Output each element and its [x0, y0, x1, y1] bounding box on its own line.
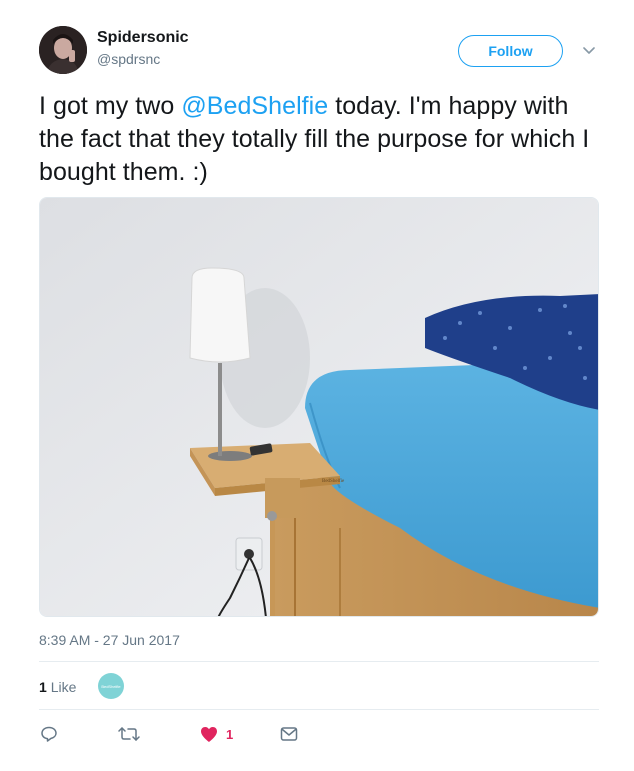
- avatar-image: [39, 26, 87, 74]
- follow-button[interactable]: Follow: [458, 35, 563, 67]
- photo-bedside-shelf: BedShelfie: [40, 198, 598, 616]
- tweet-text-part: I got my two: [39, 92, 182, 120]
- like-count-number: 1: [39, 679, 47, 695]
- like-count-label: Like: [50, 679, 77, 695]
- like-action-count: 1: [226, 726, 234, 742]
- reply-button[interactable]: [40, 724, 58, 744]
- shelf-logo: BedShelfie: [322, 479, 345, 484]
- retweet-button[interactable]: [118, 724, 140, 744]
- user-display-name[interactable]: Spidersonic: [97, 29, 189, 47]
- divider: [39, 709, 599, 710]
- more-options-chevron-down-icon[interactable]: [579, 41, 599, 61]
- like-button[interactable]: 1: [200, 724, 233, 744]
- liker-avatar[interactable]: BedShelfie: [98, 673, 124, 699]
- direct-message-icon: [280, 727, 298, 741]
- heart-icon: [201, 726, 217, 742]
- reply-icon: [41, 726, 57, 742]
- tweet-text: I got my two @BedShelfie today. I'm happ…: [39, 90, 599, 189]
- divider: [39, 661, 599, 662]
- user-handle[interactable]: @spdrsnc: [97, 51, 160, 67]
- tweet-photo[interactable]: BedShelfie: [39, 197, 599, 617]
- like-count-stat[interactable]: 1 Like: [39, 679, 76, 695]
- retweet-icon: [118, 727, 140, 741]
- mention-link[interactable]: @BedShelfie: [181, 92, 328, 120]
- user-avatar[interactable]: [39, 26, 87, 74]
- tweet-timestamp[interactable]: 8:39 AM - 27 Jun 2017: [39, 632, 180, 648]
- direct-message-button[interactable]: [280, 724, 298, 744]
- liker-avatar-text: BedShelfie: [101, 683, 121, 689]
